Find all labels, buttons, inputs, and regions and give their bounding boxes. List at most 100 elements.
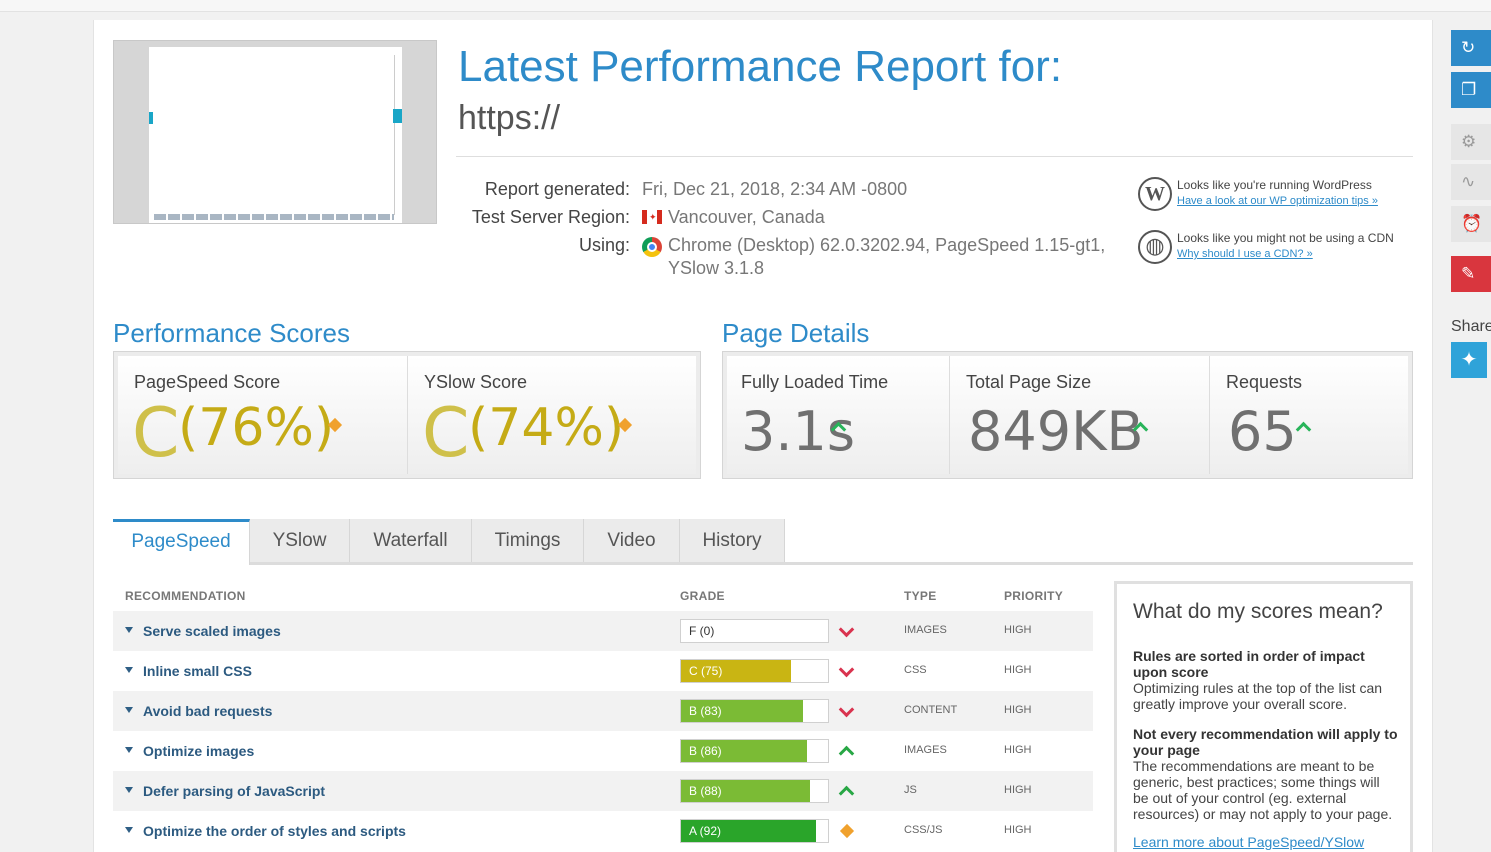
recommendation-type: IMAGES: [904, 624, 947, 636]
grade-bar: A (92): [680, 819, 829, 843]
yslow-score-card[interactable]: YSlow Score C (74%): [408, 356, 696, 474]
grade-label: C (75): [689, 664, 723, 678]
tab-timings[interactable]: Timings: [472, 519, 584, 565]
yslow-score-label: YSlow Score: [424, 372, 528, 392]
refresh-sidebar-button[interactable]: ↻: [1451, 30, 1491, 66]
tab-pagespeed[interactable]: PageSpeed: [113, 519, 250, 565]
table-row[interactable]: Inline small CSS C (75) CSS HIGH: [113, 651, 1093, 691]
recommendation-priority: HIGH: [1004, 744, 1032, 756]
thumbnail-page: [149, 47, 402, 223]
info-paragraph-2: Not every recommendation will apply to y…: [1133, 726, 1398, 822]
pdf-sidebar-button[interactable]: ✎: [1451, 256, 1491, 292]
pulse-sidebar-button[interactable]: ∿: [1451, 164, 1491, 200]
requests-card[interactable]: Requests 65: [1210, 356, 1408, 474]
yslow-grade-letter: C: [422, 394, 470, 473]
col-priority[interactable]: PRIORITY: [1004, 589, 1063, 603]
using-label: Using:: [578, 235, 630, 255]
grade-bar: B (86): [680, 739, 829, 763]
table-row[interactable]: Avoid bad requests B (83) CONTENT HIGH: [113, 691, 1093, 731]
report-url[interactable]: https://: [458, 99, 560, 138]
expand-caret-icon[interactable]: [125, 707, 133, 713]
page-size-card[interactable]: Total Page Size 849KB: [950, 356, 1210, 474]
expand-caret-icon[interactable]: [125, 827, 133, 833]
gear-sidebar-button[interactable]: ⚙: [1451, 124, 1491, 160]
tab-waterfall[interactable]: Waterfall: [350, 519, 472, 565]
grade-bar: B (88): [680, 779, 829, 803]
tabs-underline: [250, 562, 1413, 565]
wp-optimization-tips-link[interactable]: Have a look at our WP optimization tips …: [1177, 195, 1378, 207]
recommendation-type: JS: [904, 784, 917, 796]
generated-value: Fri, Dec 21, 2018, 2:34 AM -0800: [642, 179, 908, 199]
recommendation-type: CSS: [904, 664, 927, 676]
trend-up-icon: [838, 745, 855, 762]
pagespeed-score-label: PageSpeed Score: [134, 372, 281, 392]
header-divider: [456, 156, 1413, 157]
expand-caret-icon[interactable]: [125, 787, 133, 793]
copy-icon: ❐: [1461, 80, 1477, 99]
requests-trend-up-icon: [1295, 421, 1312, 438]
table-row[interactable]: Serve scaled images F (0) IMAGES HIGH: [113, 611, 1093, 651]
trend-down-icon: [838, 701, 855, 718]
table-row[interactable]: Optimize the order of styles and scripts…: [113, 811, 1093, 851]
trend-up-icon: [838, 785, 855, 802]
why-cdn-link[interactable]: Why should I use a CDN? »: [1177, 248, 1313, 260]
thumbnail-marker-right: [393, 109, 402, 123]
generated-label: Report generated:: [484, 179, 630, 199]
col-recommendation[interactable]: RECOMMENDATION: [125, 589, 246, 603]
table-row[interactable]: Defer parsing of JavaScript B (88) JS HIGH: [113, 771, 1093, 811]
col-type[interactable]: TYPE: [904, 589, 937, 603]
info-p1-text: Optimizing rules at the top of the list …: [1133, 680, 1383, 712]
recommendation-name[interactable]: Avoid bad requests: [143, 703, 272, 719]
tab-video[interactable]: Video: [584, 519, 680, 565]
requests-value: 65: [1228, 400, 1297, 463]
expand-caret-icon[interactable]: [125, 747, 133, 753]
expand-caret-icon[interactable]: [125, 667, 133, 673]
page-details-box: Fully Loaded Time 3.1s Total Page Size 8…: [722, 351, 1413, 479]
requests-label: Requests: [1226, 372, 1303, 392]
recommendation-name[interactable]: Optimize images: [143, 743, 254, 759]
pdf-icon: ✎: [1461, 264, 1476, 283]
trend-down-icon: [838, 621, 855, 638]
recommendation-priority: HIGH: [1004, 664, 1032, 676]
col-grade[interactable]: GRADE: [680, 589, 725, 603]
fully-loaded-card[interactable]: Fully Loaded Time 3.1s: [727, 356, 950, 474]
twitter-icon: ✦: [1460, 349, 1478, 371]
page-screenshot-thumbnail[interactable]: [113, 40, 437, 224]
recommendation-priority: HIGH: [1004, 704, 1032, 716]
fully-loaded-label: Fully Loaded Time: [741, 372, 889, 392]
recommendation-name[interactable]: Defer parsing of JavaScript: [143, 783, 325, 799]
copy-sidebar-button[interactable]: ❐: [1451, 72, 1491, 108]
page-details-title: Page Details: [722, 318, 870, 348]
alarm-sidebar-button[interactable]: ⏰: [1451, 206, 1491, 242]
table-row[interactable]: Optimize images B (86) IMAGES HIGH: [113, 731, 1093, 771]
neutral-icon: [839, 823, 855, 839]
grade-label: F (0): [689, 624, 715, 638]
using-value-line2: YSlow 3.1.8: [668, 258, 765, 278]
recommendation-priority: HIGH: [1004, 824, 1032, 836]
tab-yslow[interactable]: YSlow: [250, 519, 350, 565]
gear-icon: ⚙: [1461, 132, 1477, 151]
refresh-icon: ↻: [1461, 38, 1476, 57]
trend-down-icon: [838, 661, 855, 678]
thumbnail-text: [154, 214, 394, 220]
share-label: Share: [1451, 318, 1491, 335]
page-size-label: Total Page Size: [966, 372, 1092, 392]
info-paragraph-1: Rules are sorted in order of impact upon…: [1133, 648, 1398, 712]
globe-icon: ◍: [1138, 230, 1172, 264]
learn-more-link[interactable]: Learn more about PageSpeed/YSlow: [1133, 834, 1364, 850]
recommendation-name[interactable]: Serve scaled images: [143, 623, 281, 639]
recommendation-name[interactable]: Optimize the order of styles and scripts: [143, 823, 406, 839]
performance-scores-box: PageSpeed Score C (76%) YSlow Score C (7…: [113, 351, 701, 479]
recommendation-priority: HIGH: [1004, 624, 1032, 636]
expand-caret-icon[interactable]: [125, 627, 133, 633]
recommendation-name[interactable]: Inline small CSS: [143, 663, 252, 679]
yslow-grade-percent: (74%): [468, 398, 625, 458]
info-p1-bold: Rules are sorted in order of impact upon…: [1133, 648, 1365, 680]
twitter-share-button[interactable]: ✦: [1451, 342, 1487, 378]
pagespeed-score-card[interactable]: PageSpeed Score C (76%): [118, 356, 408, 474]
page-size-value: 849KB: [968, 400, 1144, 463]
page-title: Latest Performance Report for:: [458, 42, 1063, 91]
recommendation-priority: HIGH: [1004, 784, 1032, 796]
tab-history[interactable]: History: [680, 519, 785, 565]
recommendation-type: CONTENT: [904, 704, 958, 716]
